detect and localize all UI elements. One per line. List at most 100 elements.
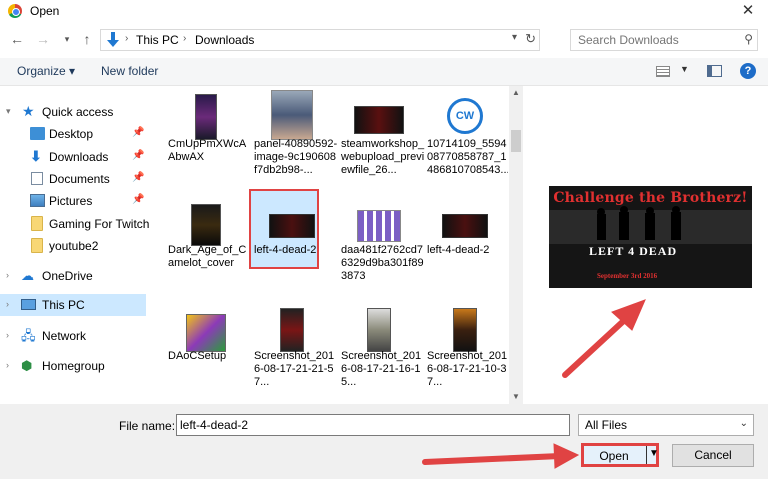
file-item[interactable]: steamworkshop_webupload_previewfile_26..… [341,86,424,190]
nav-item-pictures[interactable]: Pictures 📌 [0,190,146,212]
preview-date-text: September 3rd 2016 [597,272,658,280]
file-item[interactable]: CmUpPmXWcAAbwAX [168,86,248,190]
breadcrumb-downloads[interactable]: Downloads [195,33,254,47]
preview-banner-title: Challenge the Brotherz! [553,190,748,206]
network-icon: 🖧 [21,328,36,343]
search-box[interactable]: ⚲ [570,29,758,51]
forward-arrow-icon[interactable]: → [34,30,52,48]
file-name: CmUpPmXWcAAbwAX [168,138,247,163]
nav-item-onedrive[interactable]: › ☁ OneDrive [0,265,146,287]
file-name: daa481f2762cd76329d9ba301f893873 [341,244,424,282]
scroll-up-icon[interactable]: ▲ [509,86,523,100]
documents-icon [31,172,43,185]
star-icon: ★ [22,103,35,119]
file-name: DAoCSetup [168,350,227,362]
file-thumbnail [437,194,493,246]
expand-icon[interactable]: › [6,360,9,370]
file-item[interactable]: left-4-dead-2 [254,192,334,296]
file-item[interactable]: CW 10714109_559408770858787_148681070854… [427,86,508,190]
open-options-dropdown-icon[interactable]: ▼ [649,448,659,459]
close-icon[interactable]: ✕ [734,0,762,22]
file-item[interactable]: Screenshot_2016-08-17-21-10-37... [427,298,507,402]
change-view-icon[interactable] [656,66,670,77]
new-folder-button[interactable]: New folder [101,64,158,78]
expand-icon[interactable]: ▾ [6,106,11,117]
nav-item-gaming-for-twitch[interactable]: Gaming For Twitch [0,213,149,235]
file-thumbnail [264,300,320,352]
file-thumbnail [178,194,234,246]
file-name: Screenshot_2016-08-17-21-21-57... [254,350,335,388]
file-type-select[interactable]: All Files ⌄ [578,414,754,436]
file-name: steamworkshop_webupload_previewfile_26..… [341,138,425,176]
file-item[interactable]: Dark_Age_of_Camelot_cover [168,192,248,296]
file-name: Dark_Age_of_Camelot_cover [168,244,247,269]
dialog-footer: File name: All Files ⌄ Open ▼ Cancel [0,404,768,479]
file-type-value: All Files [585,418,628,432]
folder-icon [31,216,43,231]
chevron-down-icon[interactable]: ⌄ [740,418,748,429]
file-list-scrollbar[interactable]: ▲ ▼ [509,86,523,404]
nav-item-label: This PC [42,298,85,312]
homegroup-icon: ⬢ [21,358,33,373]
nav-item-desktop[interactable]: Desktop 📌 [0,123,146,145]
cancel-button[interactable]: Cancel [672,444,754,467]
open-button[interactable]: Open ▼ [581,443,659,467]
file-name: left-4-dead-2 [254,244,317,256]
help-icon[interactable]: ? [740,63,756,79]
up-arrow-icon[interactable]: ↑ [78,30,96,48]
file-item[interactable]: Screenshot_2016-08-17-21-16-15... [341,298,421,402]
nav-item-label: Pictures [49,194,93,208]
nav-item-youtube2[interactable]: youtube2 [0,235,146,257]
back-arrow-icon[interactable]: ← [8,30,26,48]
breadcrumb-separator: › [183,33,187,44]
refresh-icon[interactable]: ↻ [525,31,536,47]
file-thumbnail [351,300,407,352]
file-item[interactable]: daa481f2762cd76329d9ba301f893873 [341,192,424,296]
file-thumbnail [264,88,320,140]
recent-locations-icon[interactable]: ▾ [58,30,76,48]
split-divider [646,446,647,464]
nav-item-network[interactable]: › 🖧 Network [0,325,146,347]
chrome-icon [8,4,22,18]
nav-item-quick-access[interactable]: ▾ ★ Quick access [0,101,146,123]
this-pc-icon [21,299,36,310]
file-thumbnail [178,300,234,352]
file-name-input[interactable] [176,414,570,436]
view-options-dropdown-icon[interactable]: ▼ [680,64,689,74]
file-item[interactable]: panel-40890592-image-9c190608f7db2b98-..… [254,86,337,190]
preview-image: Challenge the Brotherz! LEFT 4 DEAD Sept… [549,186,752,288]
nav-item-downloads[interactable]: ⬇ Downloads 📌 [0,146,146,168]
file-thumbnail [351,194,407,246]
search-input[interactable] [571,30,731,50]
file-list: CmUpPmXWcAAbwAX panel-40890592-image-9c1… [148,86,508,404]
file-thumbnail [264,194,320,246]
search-icon[interactable]: ⚲ [744,32,753,46]
file-item[interactable]: Screenshot_2016-08-17-21-21-57... [254,298,334,402]
organize-button[interactable]: Organize ▾ [17,64,75,78]
expand-icon[interactable]: › [6,299,9,309]
file-name: left-4-dead-2 [427,244,490,256]
address-bar[interactable]: › This PC › Downloads ▾ ↻ [100,29,540,51]
expand-icon[interactable]: › [6,270,9,280]
nav-item-documents[interactable]: Documents 📌 [0,168,146,190]
expand-icon[interactable]: › [6,330,9,340]
file-name: Screenshot_2016-08-17-21-16-15... [341,350,422,388]
file-name: Screenshot_2016-08-17-21-10-37... [427,350,508,388]
address-dropdown-icon[interactable]: ▾ [512,32,517,43]
preview-logo-text: LEFT 4 DEAD [589,244,678,258]
nav-item-this-pc[interactable]: › This PC [0,294,146,316]
pin-icon: 📌 [132,194,145,205]
file-item[interactable]: left-4-dead-2 [427,192,507,296]
nav-item-homegroup[interactable]: › ⬢ Homegroup [0,355,146,377]
window-title: Open [30,4,60,18]
breadcrumb-separator: › [125,33,129,44]
scroll-down-icon[interactable]: ▼ [509,390,523,404]
scroll-thumb[interactable] [511,130,521,152]
downloads-location-icon [107,32,119,47]
file-name: panel-40890592-image-9c190608f7db2b98-..… [254,138,338,176]
file-item[interactable]: DAoCSetup [168,298,248,402]
pictures-icon [30,194,45,207]
breadcrumb-this-pc[interactable]: This PC [136,33,179,47]
preview-pane-icon[interactable] [707,65,722,77]
file-name: 10714109_559408770858787_1486810708543..… [427,138,508,176]
